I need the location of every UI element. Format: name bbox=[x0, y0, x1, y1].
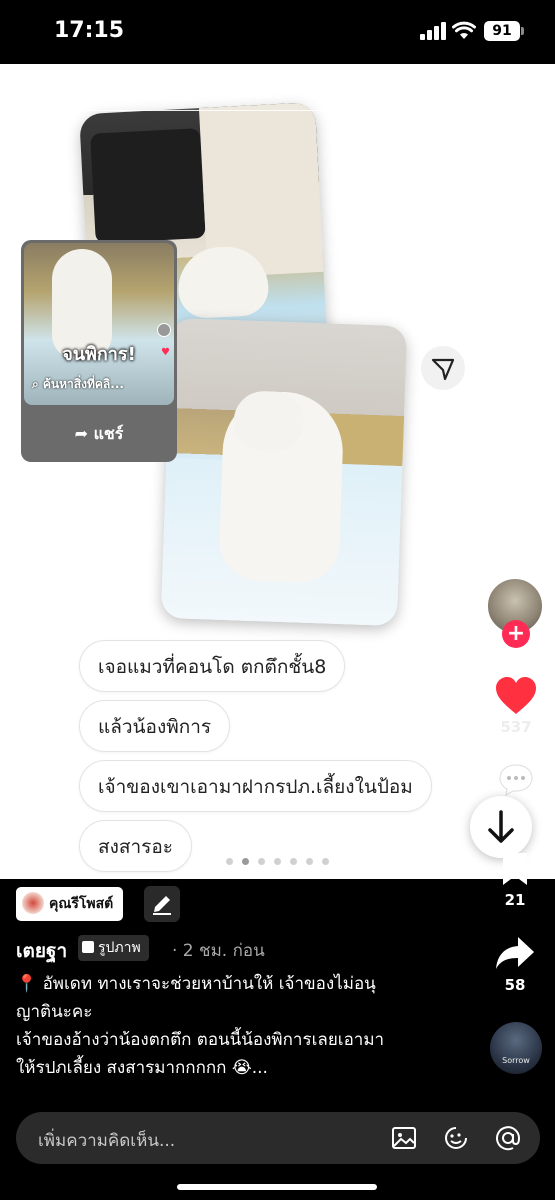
bookmark-icon[interactable] bbox=[500, 851, 530, 887]
comment-placeholder: เพิ่มความคิดเห็น... bbox=[38, 1131, 176, 1151]
post-time: · 2 ชม. ก่อน bbox=[172, 941, 265, 961]
text-bubble: แล้วน้องพิการ bbox=[79, 700, 231, 752]
carousel-dot bbox=[274, 858, 281, 865]
share-arrow-icon[interactable] bbox=[494, 935, 536, 971]
caption-line: เจ้าของอ้างว่าน้องตกตึก ตอนนี้น้องพิการเ… bbox=[16, 1030, 385, 1050]
share-arrow-icon: ➦ bbox=[74, 424, 94, 443]
post-caption[interactable]: 📍 อัพเดท ทางเราจะช่วยหาบ้านให้ เจ้าของไม… bbox=[16, 970, 466, 1082]
home-indicator bbox=[177, 1184, 377, 1190]
comment-bubble-icon[interactable] bbox=[497, 762, 535, 798]
post-media-area[interactable]: ค้นหาเนื้อหาที่เกี่ยวข้อง ค้นหา ♥ จนพิกา… bbox=[0, 64, 555, 879]
mini-video-preview[interactable]: ♥ จนพิการ! ⌕ ค้นหาสิ่งที่คลิ... ➦ แชร์ bbox=[21, 240, 177, 462]
comment-input[interactable]: เพิ่มความคิดเห็น... bbox=[16, 1112, 540, 1164]
mini-search-text: ค้นหาสิ่งที่คลิ... bbox=[42, 377, 124, 391]
arrow-down-icon bbox=[488, 810, 514, 843]
send-icon bbox=[431, 358, 455, 381]
bookmark-count: 21 bbox=[504, 891, 526, 909]
photo-icon bbox=[82, 940, 94, 953]
edit-button[interactable] bbox=[144, 886, 180, 922]
music-disc[interactable]: Sorrow bbox=[490, 1022, 542, 1074]
like-count: 537 bbox=[500, 718, 532, 736]
scroll-down-button[interactable] bbox=[470, 796, 532, 858]
pencil-icon bbox=[153, 896, 171, 915]
carousel-dot bbox=[258, 858, 265, 865]
search-button[interactable]: ค้นหา bbox=[471, 79, 515, 106]
image-search-icon: ⌕ bbox=[32, 377, 43, 391]
carousel-dot bbox=[226, 858, 233, 865]
share-count: 58 bbox=[504, 976, 526, 994]
status-bar: 17:15 91 bbox=[0, 0, 555, 64]
search-input[interactable]: ค้นหาเนื้อหาที่เกี่ยวข้อง ค้นหา bbox=[62, 67, 535, 111]
wifi-icon bbox=[452, 21, 476, 39]
send-button[interactable] bbox=[421, 346, 465, 390]
search-icon bbox=[78, 79, 100, 101]
text-bubble: เจ้าของเขาเอามาฝากรปภ.เลี้ยงในป้อม bbox=[79, 760, 432, 812]
mini-avatar bbox=[157, 323, 171, 337]
carousel-dot bbox=[242, 858, 249, 865]
status-time: 17:15 bbox=[54, 18, 125, 43]
search-divider bbox=[458, 78, 459, 102]
cat-photo-front[interactable] bbox=[160, 317, 408, 627]
repost-avatar bbox=[22, 891, 44, 914]
search-placeholder: ค้นหาเนื้อหาที่เกี่ยวข้อง bbox=[113, 83, 283, 103]
caption-line: 📍 อัพเดท ทางเราจะช่วยหาบ้านให้ เจ้าของไม… bbox=[16, 974, 376, 994]
caption-line: ให้รปภเลี้ยง สงสารมากกกกก 😭... bbox=[16, 1058, 268, 1078]
carousel-dot bbox=[306, 858, 313, 865]
caption-line: ญาตินะคะ bbox=[16, 1002, 93, 1022]
mini-video-thumbnail[interactable]: ♥ จนพิการ! ⌕ ค้นหาสิ่งที่คลิ... bbox=[24, 243, 174, 405]
mini-video-title: จนพิการ! bbox=[62, 344, 136, 365]
repost-label: คุณรีโพสต์ bbox=[49, 896, 114, 912]
mention-icon[interactable] bbox=[494, 1124, 522, 1152]
emoji-icon[interactable] bbox=[442, 1124, 470, 1152]
mini-share-button[interactable]: ➦ แชร์ bbox=[21, 406, 177, 462]
repost-badge[interactable]: คุณรีโพสต์ bbox=[16, 887, 124, 921]
text-bubble: เจอแมวที่คอนโด ตกตึกชั้น8 bbox=[79, 640, 346, 692]
author-name[interactable]: เตยฐา bbox=[16, 936, 67, 966]
image-attach-icon[interactable] bbox=[390, 1124, 418, 1152]
carousel-dot bbox=[290, 858, 297, 865]
mini-share-label: แชร์ bbox=[93, 424, 124, 443]
follow-plus-button[interactable]: + bbox=[502, 620, 530, 648]
like-heart-icon[interactable] bbox=[494, 676, 538, 716]
top-search-bar: ค้นหาเนื้อหาที่เกี่ยวข้อง ค้นหา bbox=[0, 64, 555, 116]
battery-indicator: 91 bbox=[484, 21, 524, 41]
carousel-dots bbox=[226, 858, 336, 868]
text-bubble: สงสารอะ bbox=[79, 820, 192, 872]
back-arrow-icon[interactable] bbox=[16, 74, 46, 106]
mini-search-hint[interactable]: ⌕ ค้นหาสิ่งที่คลิ... bbox=[32, 375, 124, 394]
photo-type-tag: รูปภาพ bbox=[78, 935, 149, 961]
cellular-signal-icon bbox=[420, 22, 446, 40]
photo-type-label: รูปภาพ bbox=[98, 940, 141, 956]
carousel-dot bbox=[322, 858, 329, 865]
music-label: Sorrow bbox=[502, 1056, 530, 1065]
